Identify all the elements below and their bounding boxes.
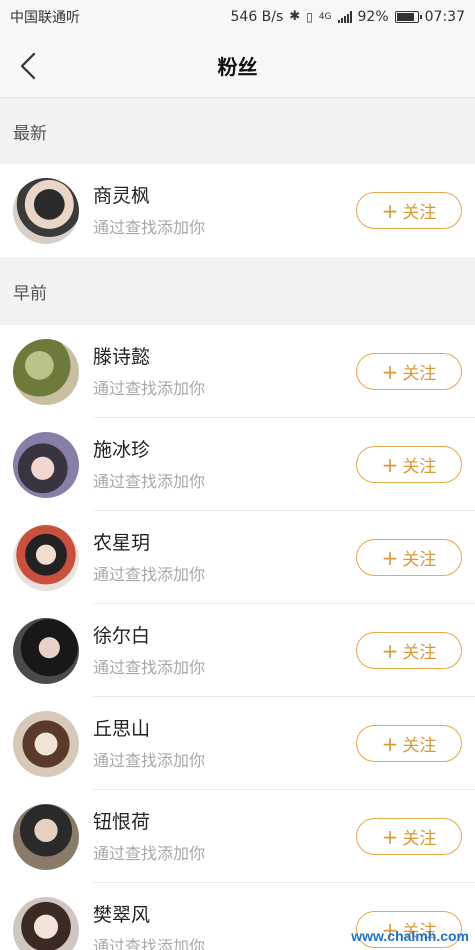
follower-row[interactable]: 丘思山 通过查找添加你 + 关注 bbox=[0, 697, 475, 790]
status-bar: 中国联通听 546 B/s ✱ ▯ 4G 92% 07:37 bbox=[0, 0, 475, 33]
follower-source: 通过查找添加你 bbox=[93, 657, 206, 677]
follower-info: 商灵枫通过查找添加你 bbox=[93, 184, 356, 238]
follow-label: 关注 bbox=[402, 364, 437, 384]
follow-label: 关注 bbox=[402, 457, 437, 477]
avatar[interactable] bbox=[13, 803, 79, 870]
follow-label: 关注 bbox=[402, 550, 437, 570]
battery-percent: 92% bbox=[357, 8, 389, 25]
follower-name: 施冰珍 bbox=[93, 438, 151, 461]
navigation-bar: 粉丝 bbox=[0, 33, 475, 98]
follower-name: 钮恨荷 bbox=[93, 810, 151, 833]
avatar[interactable] bbox=[13, 177, 79, 244]
section-header: 早前 bbox=[0, 257, 475, 325]
plus-icon: + bbox=[381, 824, 399, 849]
follow-button[interactable]: + 关注 bbox=[356, 446, 462, 483]
follower-name: 商灵枫 bbox=[93, 184, 151, 207]
follower-info: 施冰珍通过查找添加你 bbox=[93, 438, 356, 492]
avatar[interactable] bbox=[13, 431, 79, 498]
status-indicators: 546 B/s ✱ ▯ 4G 92% 07:37 bbox=[231, 9, 466, 25]
avatar[interactable] bbox=[13, 710, 79, 777]
signal-icon bbox=[337, 10, 352, 23]
plus-icon: + bbox=[381, 731, 399, 756]
clock: 07:37 bbox=[424, 8, 465, 25]
follower-row[interactable]: 滕诗懿 通过查找添加你 + 关注 bbox=[0, 325, 475, 418]
network-type: 4G bbox=[318, 11, 332, 22]
follow-button[interactable]: + 关注 bbox=[356, 539, 462, 576]
section-header: 最新 bbox=[0, 98, 475, 164]
plus-icon: + bbox=[381, 452, 399, 477]
plus-icon: + bbox=[381, 638, 399, 663]
avatar[interactable] bbox=[13, 524, 79, 591]
follower-row[interactable]: 农星玥 通过查找添加你 + 关注 bbox=[0, 511, 475, 604]
follow-button[interactable]: + 关注 bbox=[356, 725, 462, 762]
follower-source: 通过查找添加你 bbox=[93, 378, 206, 398]
vibrate-icon: ▯ bbox=[306, 9, 313, 24]
follower-name: 樊翠风 bbox=[93, 903, 151, 926]
bluetooth-icon: ✱ bbox=[289, 9, 301, 24]
follow-button[interactable]: + 关注 bbox=[356, 192, 462, 229]
plus-icon: + bbox=[381, 359, 399, 384]
follower-source: 通过查找添加你 bbox=[93, 217, 206, 237]
follower-source: 通过查找添加你 bbox=[93, 843, 206, 863]
follow-label: 关注 bbox=[402, 203, 437, 223]
chevron-left-icon bbox=[20, 52, 36, 80]
carrier-label: 中国联通听 bbox=[10, 9, 80, 26]
follower-info: 农星玥通过查找添加你 bbox=[93, 531, 356, 585]
follower-source: 通过查找添加你 bbox=[93, 564, 206, 584]
plus-icon: + bbox=[381, 545, 399, 570]
follow-label: 关注 bbox=[402, 736, 437, 756]
follower-source: 通过查找添加你 bbox=[93, 750, 206, 770]
watermark: www.chalmh.com bbox=[351, 928, 469, 944]
back-button[interactable] bbox=[14, 51, 42, 81]
follow-button[interactable]: + 关注 bbox=[356, 353, 462, 390]
follower-row[interactable]: 商灵枫 通过查找添加你 + 关注 bbox=[0, 164, 475, 257]
follower-row[interactable]: 施冰珍 通过查找添加你 + 关注 bbox=[0, 418, 475, 511]
follow-label: 关注 bbox=[402, 829, 437, 849]
follower-row[interactable]: 徐尔白 通过查找添加你 + 关注 bbox=[0, 604, 475, 697]
follower-info: 丘思山通过查找添加你 bbox=[93, 717, 356, 771]
follower-source: 通过查找添加你 bbox=[93, 936, 206, 950]
follower-info: 滕诗懿通过查找添加你 bbox=[93, 345, 356, 399]
followers-list: 最新 商灵枫 通过查找添加你 + 关注 早前 滕诗懿 通过查找添加你 + 关注 施冰珍 通过查找添加你… bbox=[0, 98, 475, 950]
follower-name: 徐尔白 bbox=[93, 624, 151, 647]
follower-name: 滕诗懿 bbox=[93, 345, 151, 368]
network-speed: 546 B/s bbox=[230, 8, 284, 25]
follower-name: 丘思山 bbox=[93, 717, 151, 740]
follower-name: 农星玥 bbox=[93, 531, 151, 554]
follow-button[interactable]: + 关注 bbox=[356, 818, 462, 855]
follower-info: 徐尔白通过查找添加你 bbox=[93, 624, 356, 678]
follower-row[interactable]: 钮恨荷 通过查找添加你 + 关注 bbox=[0, 790, 475, 883]
battery-icon bbox=[394, 10, 422, 23]
avatar[interactable] bbox=[13, 338, 79, 405]
follower-source: 通过查找添加你 bbox=[93, 471, 206, 491]
plus-icon: + bbox=[381, 198, 399, 223]
follower-info: 钮恨荷通过查找添加你 bbox=[93, 810, 356, 864]
follow-label: 关注 bbox=[402, 643, 437, 663]
follow-button[interactable]: + 关注 bbox=[356, 632, 462, 669]
page-title: 粉丝 bbox=[217, 54, 258, 79]
avatar[interactable] bbox=[13, 896, 79, 950]
avatar[interactable] bbox=[13, 617, 79, 684]
follower-info: 樊翠风通过查找添加你 bbox=[93, 903, 356, 950]
